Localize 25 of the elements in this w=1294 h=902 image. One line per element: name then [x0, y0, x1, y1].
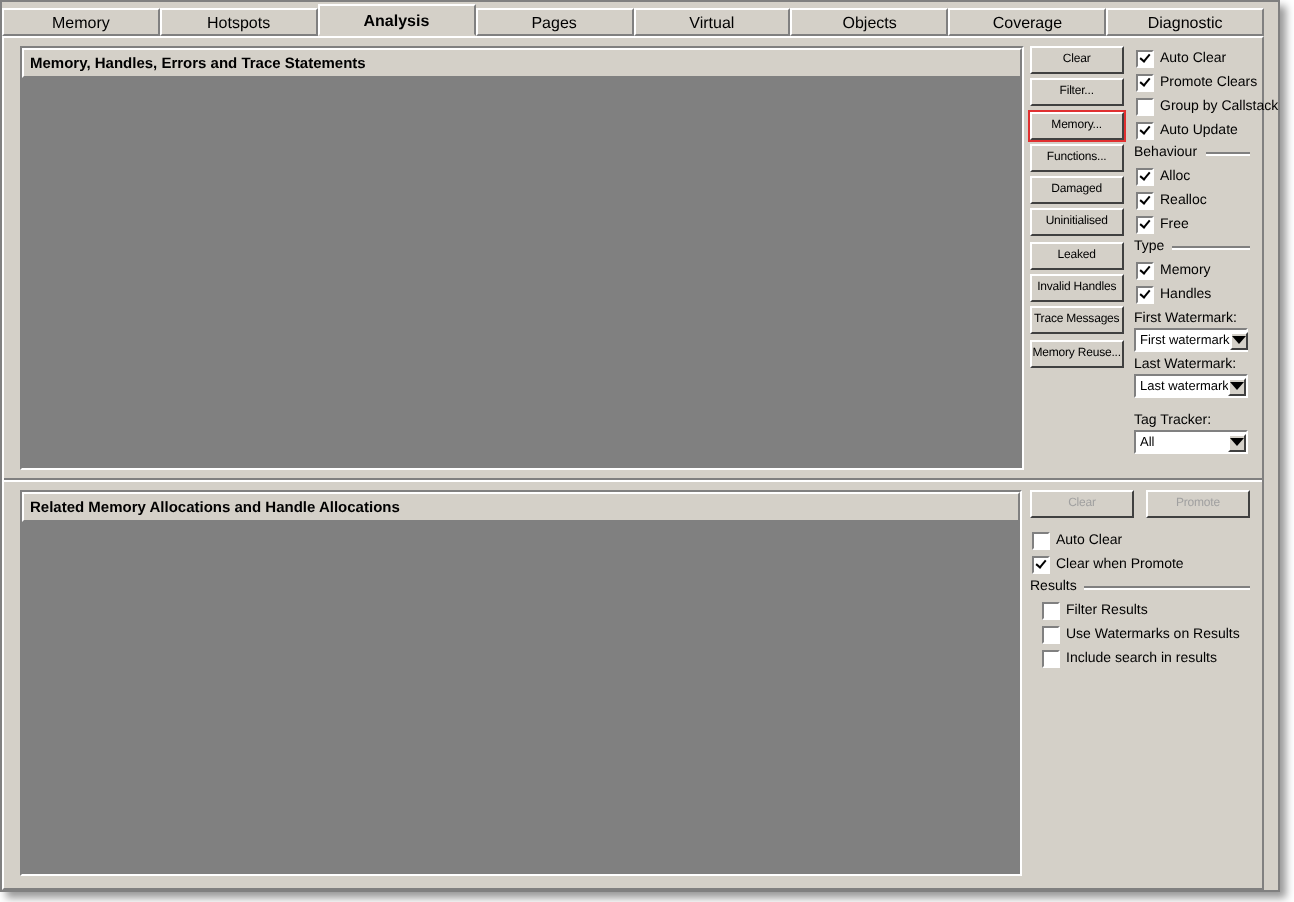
tab[interactable]: Hotspots: [159, 8, 318, 36]
dropdown-arrow-icon[interactable]: [1229, 331, 1248, 349]
checkbox[interactable]: [1136, 97, 1154, 115]
checkbox[interactable]: [1136, 49, 1154, 67]
tab[interactable]: Coverage: [948, 8, 1107, 36]
tab[interactable]: Memory: [2, 8, 160, 36]
checkbox[interactable]: [1136, 73, 1154, 91]
checkbox[interactable]: [1136, 191, 1154, 209]
checkbox[interactable]: [1136, 261, 1154, 279]
checkbox[interactable]: [1136, 285, 1154, 303]
checkbox[interactable]: [1042, 625, 1060, 643]
checkbox[interactable]: [1042, 601, 1060, 619]
checkbox[interactable]: [1032, 531, 1050, 549]
checkbox[interactable]: [1042, 649, 1060, 667]
tab[interactable]: Pages: [475, 8, 633, 36]
tab[interactable]: Diagnostic: [1106, 8, 1264, 36]
dropdown-arrow-icon[interactable]: [1228, 433, 1246, 451]
checkbox[interactable]: [1032, 555, 1050, 573]
checkbox[interactable]: [1136, 215, 1154, 233]
checkbox[interactable]: [1136, 167, 1154, 185]
dropdown-arrow-icon[interactable]: [1228, 377, 1247, 395]
checkbox[interactable]: [1136, 121, 1154, 139]
tab[interactable]: Objects: [790, 8, 949, 36]
tab[interactable]: Analysis: [317, 4, 476, 36]
tab[interactable]: Virtual: [633, 8, 791, 36]
